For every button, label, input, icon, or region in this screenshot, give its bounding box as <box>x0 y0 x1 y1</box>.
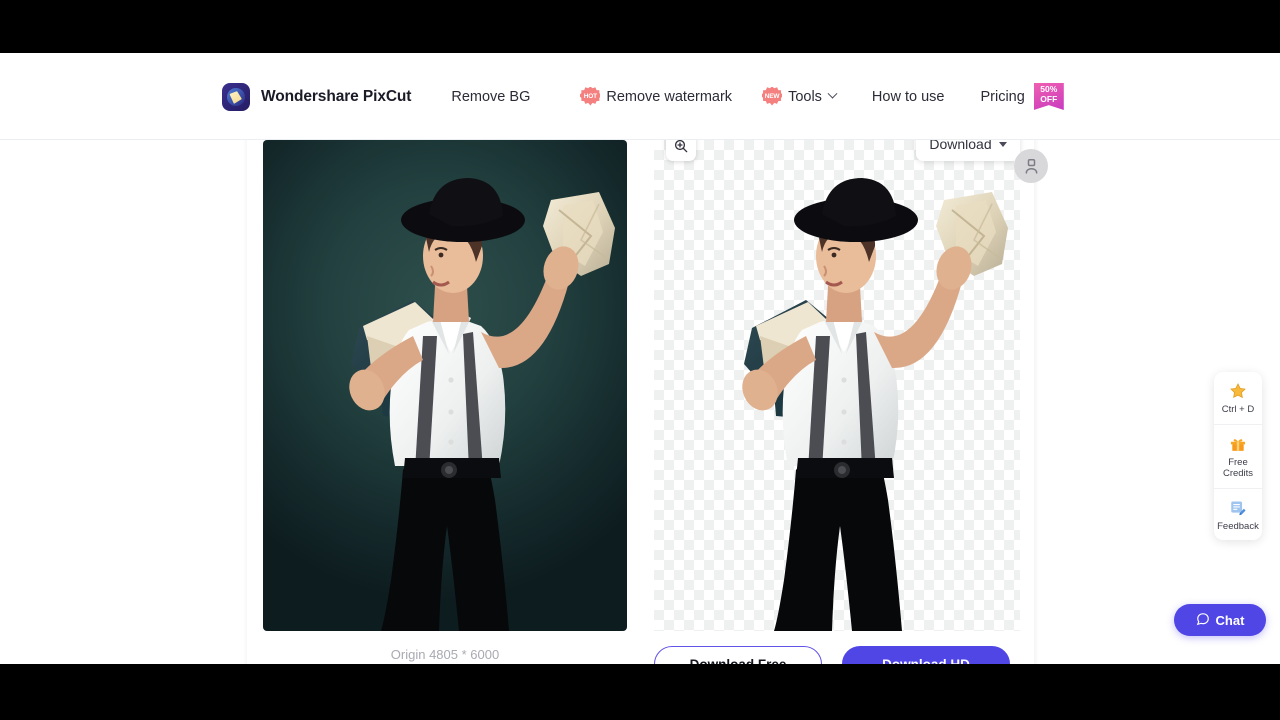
chevron-down-icon <box>998 141 1007 147</box>
cutout-photo-subject[interactable] <box>654 140 1020 631</box>
user-avatar-icon[interactable] <box>1014 149 1048 183</box>
header-nav: Wondershare PixCut Remove BG HOT Remove … <box>222 53 1064 140</box>
nav-pricing-label: Pricing <box>980 88 1025 105</box>
nav-how-to-use-label: How to use <box>871 88 945 105</box>
original-photo-subject <box>263 140 627 631</box>
letterbox-bottom <box>0 664 1280 720</box>
nav-remove-bg-label: Remove BG <box>451 88 531 105</box>
chat-label: Chat <box>1215 612 1245 628</box>
screen: Wondershare PixCut Remove BG HOT Remove … <box>0 0 1280 720</box>
download-free-button[interactable]: Download Free <box>654 646 822 664</box>
nav-remove-bg[interactable]: Remove BG <box>451 89 530 105</box>
download-button-row: Download Free Download HD <box>654 646 1020 664</box>
download-actions: Download Free Download HD Standard Quali… <box>654 646 1020 664</box>
chat-button[interactable]: Chat <box>1174 604 1266 636</box>
nav-how-to-use[interactable]: How to use <box>872 89 945 105</box>
original-dimensions-label: Origin 4805 * 6000 <box>390 647 500 662</box>
gift-icon <box>1217 434 1259 454</box>
pixcut-logo-icon <box>222 82 250 111</box>
new-badge-icon: NEW <box>762 86 783 106</box>
star-icon <box>1217 381 1259 401</box>
brand-logo-link[interactable]: Wondershare PixCut <box>222 82 412 111</box>
nav-remove-watermark-label: Remove watermark <box>606 88 733 105</box>
card-shadow-right <box>1034 140 1039 664</box>
download-hd-button[interactable]: Download HD <box>842 646 1010 664</box>
rail-item-free-credits[interactable]: Free Credits <box>1214 425 1262 489</box>
rail-label-bookmark: Ctrl + D <box>1221 404 1255 415</box>
rail-item-bookmark[interactable]: Ctrl + D <box>1214 372 1262 425</box>
pricing-badge-line2: OFF <box>1040 93 1058 104</box>
cutout-preview-pane: Download <box>654 127 1020 631</box>
browser-page: Wondershare PixCut Remove BG HOT Remove … <box>0 53 1280 664</box>
feedback-icon <box>1217 498 1259 518</box>
letterbox-top <box>0 0 1280 53</box>
original-preview-pane <box>263 140 627 631</box>
brand-name: Wondershare PixCut <box>261 87 412 105</box>
nav-pricing[interactable]: Pricing 50% OFF <box>980 83 1064 110</box>
site-header: Wondershare PixCut Remove BG HOT Remove … <box>0 53 1280 140</box>
nav-tools[interactable]: NEW Tools <box>762 86 838 107</box>
rail-label-feedback: Feedback <box>1217 520 1259 532</box>
nav-remove-watermark[interactable]: HOT Remove watermark <box>580 86 733 107</box>
original-photo[interactable] <box>263 140 627 631</box>
rail-item-feedback[interactable]: Feedback <box>1214 489 1262 541</box>
nav-tools-label: Tools <box>788 88 822 105</box>
hot-badge-icon: HOT <box>580 86 601 106</box>
utility-rail: Ctrl + D Free Credits Feedback <box>1214 372 1262 540</box>
rail-label-free-credits: Free Credits <box>1222 456 1254 480</box>
chevron-down-icon <box>827 88 838 99</box>
pricing-discount-badge: 50% OFF <box>1033 83 1064 110</box>
chat-bubble-icon <box>1196 612 1210 629</box>
